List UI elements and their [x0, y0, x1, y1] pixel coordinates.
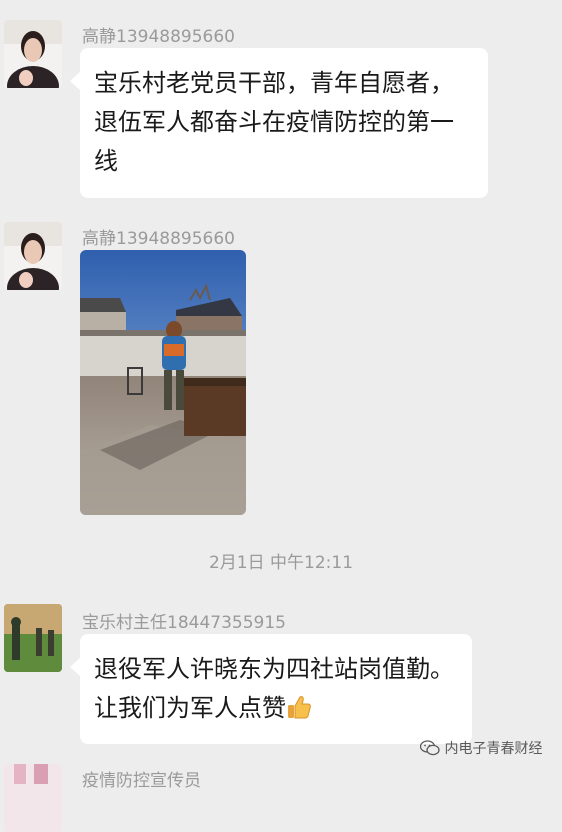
timestamp: 2月1日 中午12:11: [208, 553, 354, 573]
message-bubble[interactable]: 退役军人许晓东为四社站岗值勤。 让我们为军人点赞: [70, 634, 472, 744]
sender-name: 宝乐村主任18447355915: [82, 613, 286, 633]
message-text-line: 宝乐村老党员干部，青年自愿者，: [94, 69, 454, 97]
thumbs-up-icon: [288, 696, 311, 719]
avatar[interactable]: [4, 20, 62, 88]
message-text-line: 退役军人许晓东为四社站岗值勤。: [94, 655, 454, 683]
avatar[interactable]: [4, 604, 62, 672]
message-text-line: 让我们为军人点赞: [94, 689, 454, 728]
avatar[interactable]: [4, 222, 62, 290]
sender-name: 高静13948895660: [82, 229, 235, 249]
watermark: 内电子青春财经: [420, 738, 542, 758]
avatar[interactable]: [4, 764, 62, 832]
message-text: 让我们为军人点赞: [94, 694, 286, 722]
wechat-icon: [420, 740, 440, 756]
message-text-line: 线: [94, 147, 118, 175]
message-photo[interactable]: [80, 250, 246, 515]
message-text-line: 退伍军人都奋斗在疫情防控的第一: [94, 108, 454, 136]
sender-name: 高静13948895660: [82, 27, 235, 47]
watermark-text: 内电子青春财经: [444, 741, 543, 757]
message-bubble[interactable]: 宝乐村老党员干部，青年自愿者， 退伍军人都奋斗在疫情防控的第一 线: [70, 48, 488, 198]
